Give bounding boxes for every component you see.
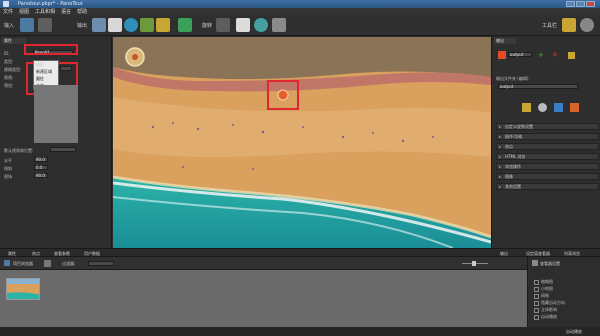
toolbar-rotate-label: 旋转 xyxy=(202,23,213,29)
clipboard-button[interactable] xyxy=(236,18,250,32)
zoom-slider-handle[interactable] xyxy=(472,261,476,266)
remove-output-icon[interactable]: ✕ xyxy=(552,52,559,59)
menu-view[interactable]: 视图 xyxy=(19,8,29,15)
gear-icon[interactable] xyxy=(538,103,547,112)
binoculars-button[interactable] xyxy=(216,18,230,32)
checkbox-stereo[interactable]: 立体影响 xyxy=(534,307,557,313)
pan-label: 水平 xyxy=(4,158,12,163)
dropdown-option-0[interactable]: 球形 xyxy=(34,61,58,68)
output-panel: 输出 output + ✕ 输出文件夹 (编辑): output 自定义皮肤设置… xyxy=(491,37,600,248)
checkbox-autoplay[interactable]: 自动播放 xyxy=(534,314,557,320)
skin-button[interactable] xyxy=(178,18,192,32)
menu-language[interactable]: 语言 xyxy=(61,8,71,15)
filter-label: 过滤器: xyxy=(62,261,76,266)
pano-viewer[interactable] xyxy=(113,37,491,248)
settings-button[interactable] xyxy=(272,18,286,32)
viewer-settings-panel: 查看器设置 缩略图 小地图 网格 隐藏自动方向 立体影响 自动播放 xyxy=(527,257,600,327)
thumbnail-image xyxy=(7,279,39,299)
pano-thumbnail[interactable] xyxy=(6,278,40,300)
init-view-label: 默认视角和位置: xyxy=(4,148,34,153)
preview-button[interactable] xyxy=(108,18,122,32)
wand-icon[interactable] xyxy=(562,18,576,32)
main-toolbar: 输入 输出 旋转 工具栏 xyxy=(0,15,600,36)
toolbar-output-label: 输出 xyxy=(77,23,88,29)
output-tab[interactable]: 输出 xyxy=(494,38,516,44)
film-reel-icon[interactable] xyxy=(580,18,594,32)
star-icon[interactable] xyxy=(522,103,531,112)
viewer-settings-icon xyxy=(532,260,538,266)
add-folder-button[interactable] xyxy=(38,18,52,32)
properties-panel: 属性 ID: Pano01 类型: 建模类型: 视角: 预览: 球形 新建区域 … xyxy=(0,37,112,248)
checkbox-grid[interactable]: 网格 xyxy=(534,293,549,299)
output-folder-label: 输出文件夹 (编辑): xyxy=(496,76,530,81)
html5-icon xyxy=(498,51,506,59)
status-text: 自动播放 xyxy=(566,329,582,334)
box-icon[interactable] xyxy=(570,103,579,112)
app-icon xyxy=(3,1,9,7)
browser-options-icon[interactable] xyxy=(44,260,51,267)
id-label: ID: xyxy=(4,51,10,56)
preview-label: 预览: xyxy=(4,83,14,88)
checkbox-minimap[interactable]: 小地图 xyxy=(534,286,553,292)
refresh-button[interactable] xyxy=(254,18,268,32)
project-browser-label: 项目浏览器 xyxy=(13,261,33,266)
project-filmstrip xyxy=(0,270,527,327)
status-bar: 自动播放 xyxy=(0,327,600,336)
menu-file[interactable]: 文件 xyxy=(3,8,13,15)
add-pano-button[interactable] xyxy=(20,18,34,32)
pan-field[interactable]: 90.0 xyxy=(34,157,48,162)
toolbar-input-label: 输入 xyxy=(4,23,15,29)
output-select[interactable]: output xyxy=(508,52,532,57)
section-plugins[interactable]: 插件/功能 xyxy=(496,133,599,140)
model-type-label: 建模类型: xyxy=(4,67,22,72)
title-bar: Panotour.pkpr* - PanoTour xyxy=(0,0,600,8)
init-view-select[interactable] xyxy=(50,147,76,152)
bottom-tab-bar: 属性 热点 查看参数 用户数据 输出 设定值查看器 列表浏览 xyxy=(0,248,600,257)
section-hotspots[interactable]: 热点 xyxy=(496,143,599,150)
menu-bar: 文件 视图 工具和相 语言 帮助 xyxy=(0,8,600,15)
project-browser-toolbar: 项目浏览器 过滤器: xyxy=(0,257,527,270)
section-html[interactable]: HTML 浏览 xyxy=(496,153,599,160)
angle-label: 视角: xyxy=(4,75,14,80)
maximize-button[interactable] xyxy=(576,1,585,7)
section-navigation[interactable]: 浏览操作 xyxy=(496,163,599,170)
menu-tools[interactable]: 工具和相 xyxy=(35,8,55,15)
build-button[interactable] xyxy=(92,18,106,32)
beach-pano-image xyxy=(113,37,491,248)
properties-tab[interactable]: 属性 xyxy=(2,38,26,44)
highlight-box-id xyxy=(24,44,78,55)
toolbar-tools-label: 工具栏 xyxy=(542,23,558,29)
map-button[interactable] xyxy=(140,18,154,32)
section-images[interactable]: 图像 xyxy=(496,173,599,180)
filter-input[interactable] xyxy=(88,261,114,266)
close-button[interactable] xyxy=(586,1,595,7)
browser-icon xyxy=(4,260,10,266)
output-folder-field[interactable]: output xyxy=(498,84,578,89)
dropdown-option-1[interactable]: 新建区域 xyxy=(34,68,58,75)
viewer-settings-label: 查看器设置 xyxy=(540,261,560,266)
window-title: Panotour.pkpr* - PanoTour xyxy=(18,1,83,7)
tilt-label: 倾斜 xyxy=(4,166,12,171)
fov-label: 视场 xyxy=(4,174,12,179)
section-skin[interactable]: 自定义皮肤设置 xyxy=(496,123,599,130)
minimize-button[interactable] xyxy=(566,1,575,7)
dropdown-option-2[interactable]: 圆柱 xyxy=(34,75,58,82)
section-other[interactable]: 其他设置 xyxy=(496,183,599,190)
globe-button[interactable] xyxy=(124,18,138,32)
menu-help[interactable]: 帮助 xyxy=(77,8,87,15)
tour-button[interactable] xyxy=(156,18,170,32)
type-label: 类型: xyxy=(4,59,14,64)
add-output-icon[interactable]: + xyxy=(538,52,545,59)
fov-field[interactable]: 90.0 xyxy=(34,173,48,178)
checkbox-thumbnails[interactable]: 缩略图 xyxy=(534,279,553,285)
pano-thumbnail-preview xyxy=(34,85,78,143)
tilt-field[interactable]: 0.0 xyxy=(34,165,48,170)
output-settings-icon[interactable] xyxy=(568,52,575,59)
checkbox-auto-direction[interactable]: 隐藏自动方向 xyxy=(534,300,565,306)
screen-icon[interactable] xyxy=(554,103,563,112)
